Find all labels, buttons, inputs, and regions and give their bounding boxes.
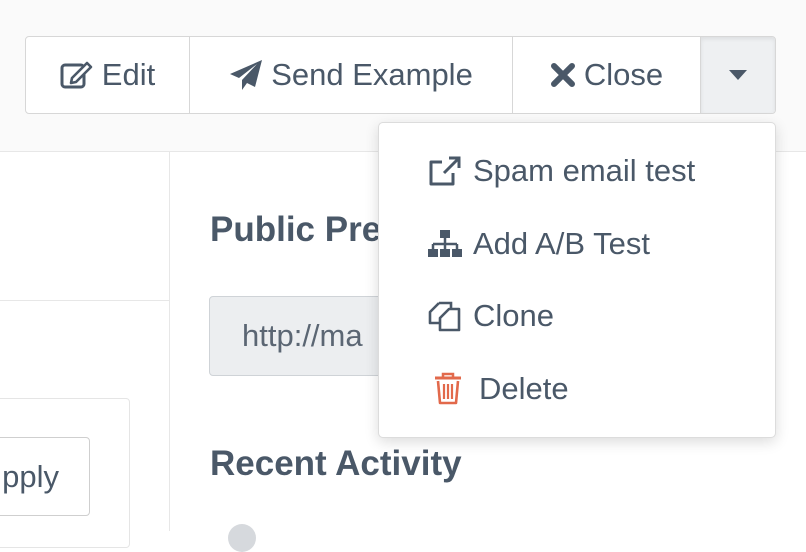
apply-button[interactable]: pply [0, 437, 90, 516]
more-options-menu: Spam email test Add A/B Test Clone Delet… [378, 122, 776, 438]
edit-label: Edit [101, 57, 156, 92]
menu-item-label: Add A/B Test [473, 226, 650, 261]
sitemap-icon [427, 225, 465, 263]
public-preview-url: http://ma [242, 318, 363, 353]
caret-down-icon [729, 70, 747, 80]
action-button-group: Edit Send Example Close [25, 36, 776, 114]
left-column-divider [0, 300, 170, 301]
menu-item-delete[interactable]: Delete [379, 361, 806, 417]
send-example-label: Send Example [271, 57, 473, 92]
activity-timeline-dot [228, 524, 256, 552]
edit-icon [60, 61, 93, 89]
clone-icon [427, 297, 465, 335]
menu-item-clone[interactable]: Clone [379, 288, 806, 344]
menu-item-label: Spam email test [473, 153, 696, 188]
external-link-icon [427, 152, 465, 190]
close-button[interactable]: Close [513, 37, 701, 113]
apply-label: pply [2, 458, 59, 494]
send-example-button[interactable]: Send Example [190, 37, 513, 113]
more-options-dropdown-toggle[interactable] [701, 37, 775, 113]
public-preview-title: Public Pre [210, 210, 382, 249]
close-icon [550, 63, 575, 87]
menu-item-spam-email-test[interactable]: Spam email test [379, 143, 806, 199]
trash-icon [433, 370, 471, 408]
edit-button[interactable]: Edit [26, 37, 190, 113]
paper-plane-icon [230, 60, 263, 90]
menu-item-add-ab-test[interactable]: Add A/B Test [379, 216, 806, 272]
recent-activity-title: Recent Activity [210, 444, 462, 483]
close-label: Close [583, 57, 664, 92]
menu-item-label: Clone [473, 298, 554, 333]
menu-item-label: Delete [479, 371, 569, 406]
